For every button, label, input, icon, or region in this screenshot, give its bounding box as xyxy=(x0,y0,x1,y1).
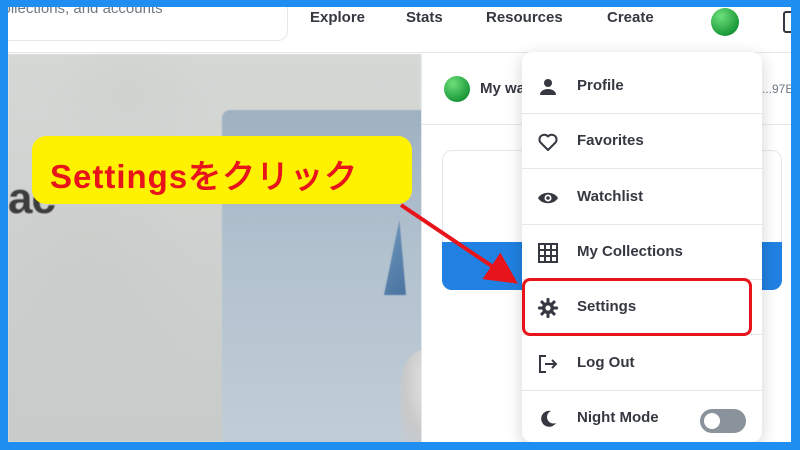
menu-item-label: Watchlist xyxy=(577,188,644,205)
search-placeholder: collections, and accounts xyxy=(8,7,163,17)
grid-icon xyxy=(537,242,559,264)
nav-create-link[interactable]: Create xyxy=(607,9,654,26)
menu-item-my-collections[interactable]: My Collections xyxy=(522,225,762,280)
hero-banner: ac xyxy=(8,54,460,442)
menu-item-label: My Collections xyxy=(577,243,683,260)
instruction-text: Settingsをクリック xyxy=(50,158,359,195)
eye-icon xyxy=(537,187,559,209)
moon-icon xyxy=(537,408,559,430)
wallet-avatar xyxy=(444,76,470,102)
menu-item-label: Favorites xyxy=(577,132,644,149)
nft-art-sail xyxy=(384,220,406,295)
account-dropdown-menu: Profile Favorites Watchlist My Collectio… xyxy=(522,52,762,442)
settings-highlight-box xyxy=(522,278,752,336)
screenshot-frame: ac My wallet ...97E collections, and acc… xyxy=(8,7,791,442)
wallet-address: ...97E xyxy=(762,82,791,96)
menu-item-profile[interactable]: Profile xyxy=(522,59,762,114)
menu-item-label: Night Mode xyxy=(577,409,659,426)
nav-stats-link[interactable]: Stats xyxy=(406,9,443,26)
logout-icon xyxy=(537,353,559,375)
account-avatar-button[interactable] xyxy=(711,8,739,36)
person-icon xyxy=(537,76,559,98)
instruction-callout: Settingsをクリック xyxy=(32,136,412,204)
menu-item-favorites[interactable]: Favorites xyxy=(522,114,762,169)
nav-explore-link[interactable]: Explore xyxy=(310,9,365,26)
heart-icon xyxy=(537,131,559,153)
top-navbar: collections, and accounts Explore Stats … xyxy=(8,7,791,53)
menu-item-label: Log Out xyxy=(577,354,635,371)
menu-item-log-out[interactable]: Log Out xyxy=(522,336,762,391)
nav-resources-link[interactable]: Resources xyxy=(486,9,563,26)
wallet-icon[interactable] xyxy=(783,11,791,33)
toggle-knob xyxy=(704,413,720,429)
night-mode-toggle[interactable] xyxy=(700,409,746,433)
menu-item-label: Profile xyxy=(577,77,624,94)
menu-item-watchlist[interactable]: Watchlist xyxy=(522,170,762,225)
search-input[interactable]: collections, and accounts xyxy=(8,7,288,41)
